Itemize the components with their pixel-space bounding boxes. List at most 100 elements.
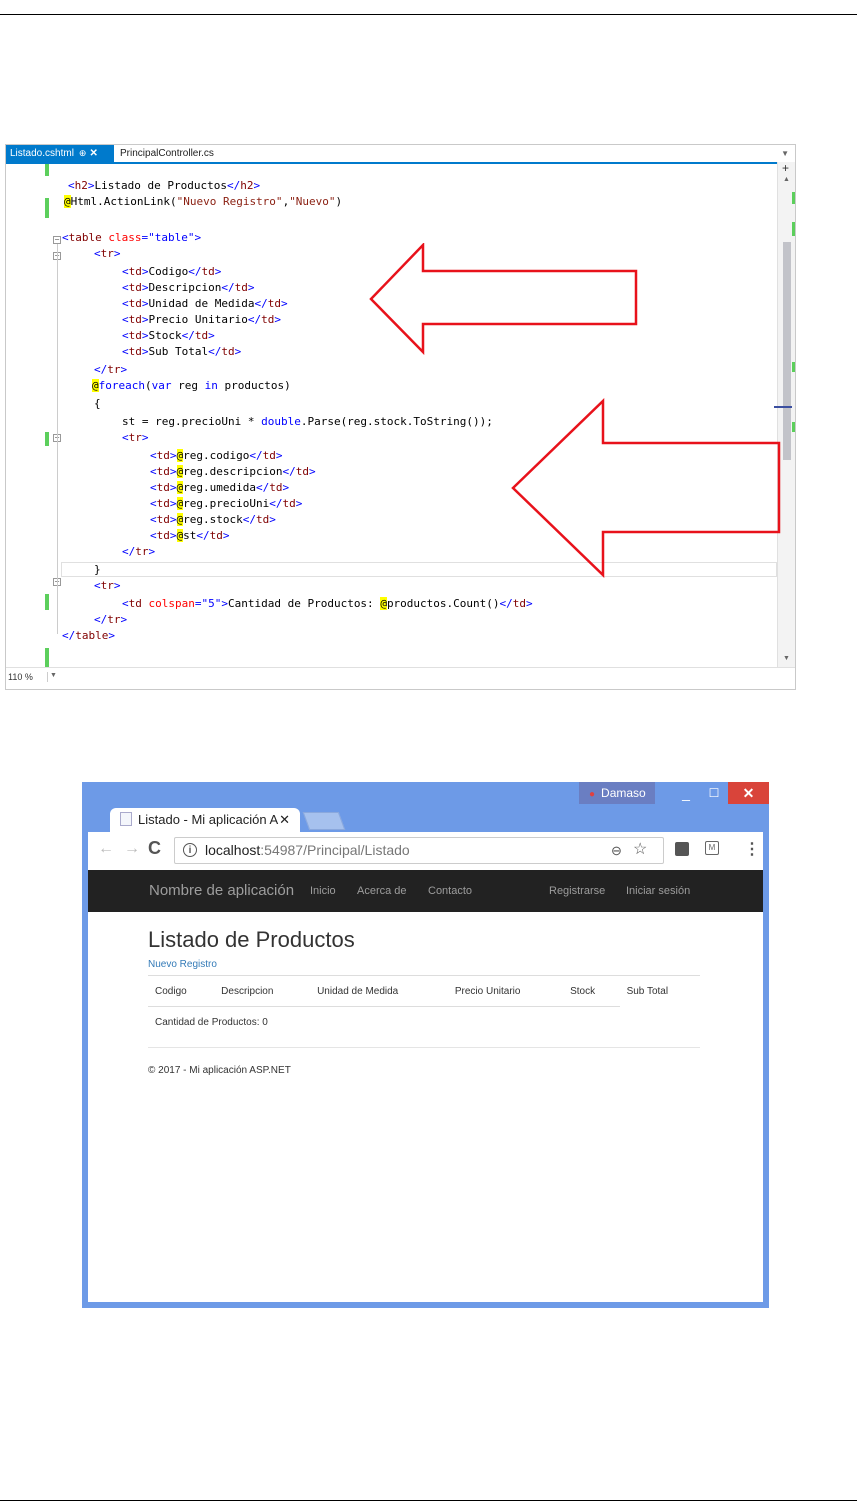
browser-title-bar: ● Damaso _ ☐ ✕ Listado - Mi aplicación A … <box>82 782 769 832</box>
nuevo-registro-link[interactable]: Nuevo Registro <box>148 959 217 970</box>
code-line: </table> <box>62 629 115 642</box>
zoom-level[interactable]: 110 % <box>8 672 48 682</box>
products-table: Codigo Descripcion Unidad de Medida Prec… <box>148 975 700 1037</box>
browser-window: ● Damaso _ ☐ ✕ Listado - Mi aplicación A … <box>82 782 769 1308</box>
navbar-brand[interactable]: Nombre de aplicación <box>149 870 294 912</box>
reload-icon[interactable]: C <box>148 838 161 859</box>
url-text: localhost:54987/Principal/Listado <box>205 838 410 863</box>
url-host: localhost <box>205 842 261 858</box>
scrollbar-change-mark <box>792 222 795 236</box>
nav-link-contacto[interactable]: Contacto <box>428 870 472 912</box>
forward-arrow-icon[interactable]: → <box>124 840 140 858</box>
code-line: <td>@st</td> <box>150 529 230 542</box>
table-header-cell: Descripcion <box>214 975 311 1007</box>
editor-status-bar: 110 % ▼ <box>6 667 795 689</box>
tab-principalcontroller-cs[interactable]: PrincipalController.cs <box>116 145 218 162</box>
table-header-cell: Stock <box>563 975 620 1007</box>
scroll-down-icon[interactable]: ▼ <box>783 655 790 662</box>
page-favicon-icon <box>120 812 132 826</box>
window-close-button[interactable]: ✕ <box>728 782 769 804</box>
code-line: @foreach(var reg in productos) <box>92 379 291 392</box>
editor-tab-strip: Listado.cshtml ⊕ ✕ PrincipalController.cs … <box>6 145 795 164</box>
tab-listado-cshtml[interactable]: Listado.cshtml ⊕ ✕ <box>6 145 114 162</box>
scroll-up-icon[interactable]: ▲ <box>783 176 790 183</box>
left-arrow-icon <box>369 243 638 355</box>
url-path: :54987/Principal/Listado <box>260 842 410 858</box>
profile-icon: ● <box>589 789 596 800</box>
code-line: <tr> <box>94 579 121 592</box>
browser-tab[interactable]: Listado - Mi aplicación A ✕ <box>110 808 300 832</box>
product-count-cell: Cantidad de Productos: 0 <box>148 1006 620 1037</box>
code-line: <td>@reg.precioUni</td> <box>150 497 303 510</box>
table-header-cell: Codigo <box>148 975 215 1007</box>
change-bar <box>45 432 49 446</box>
code-line: <tr> <box>122 431 149 444</box>
close-icon[interactable]: ✕ <box>89 148 97 159</box>
table-header-cell: Precio Unitario <box>447 975 564 1007</box>
fold-guide <box>57 244 58 634</box>
bottom-rule <box>0 1500 857 1501</box>
code-line: <td>Sub Total</td> <box>122 345 242 358</box>
tab-title: Listado - Mi aplicación A <box>138 812 279 827</box>
address-bar[interactable]: i localhost:54987/Principal/Listado ⊖ ☆ <box>174 837 664 864</box>
table-row: Cantidad de Productos: 0 <box>148 1006 700 1037</box>
code-line: <td>Descripcion</td> <box>122 281 255 294</box>
scrollbar-change-mark <box>792 422 795 432</box>
code-line: <td colspan="5">Cantidad de Productos: @… <box>122 597 533 610</box>
kebab-menu-icon[interactable]: ⋮ <box>744 839 760 859</box>
tab-label: Listado.cshtml <box>10 148 74 159</box>
code-line: @Html.ActionLink("Nuevo Registro","Nuevo… <box>64 195 343 208</box>
back-arrow-icon[interactable]: ← <box>98 840 114 858</box>
table-header-row: Codigo Descripcion Unidad de Medida Prec… <box>148 975 700 1007</box>
scroll-thumb[interactable] <box>783 242 791 460</box>
tab-dropdown-icon[interactable]: ▼ <box>777 145 793 162</box>
profile-badge[interactable]: ● Damaso <box>579 782 655 804</box>
code-line: </tr> <box>122 545 156 558</box>
scrollbar-change-mark <box>792 192 795 204</box>
pin-icon[interactable]: ⊕ <box>79 148 87 158</box>
nav-link-inicio[interactable]: Inicio <box>310 870 336 912</box>
zoom-dropdown-icon[interactable]: ▼ <box>50 672 57 679</box>
code-line: <td>@reg.codigo</td> <box>150 449 283 462</box>
footer-divider <box>148 1047 700 1048</box>
split-plus-icon[interactable]: + <box>782 162 789 174</box>
left-arrow-icon <box>511 398 781 578</box>
tab-close-icon[interactable]: ✕ <box>279 808 290 832</box>
code-line: <table class="table"> <box>62 231 202 244</box>
table-header-cell: Sub Total <box>619 975 700 1007</box>
fold-icon[interactable]: − <box>53 236 61 244</box>
code-line: { <box>94 397 101 410</box>
browser-toolbar: ← → C i localhost:54987/Principal/Listad… <box>88 832 763 870</box>
bookmark-star-icon[interactable]: ☆ <box>633 837 647 862</box>
code-line: <h2>Listado de Productos</h2> <box>68 179 261 192</box>
code-line: <td>@reg.descripcion</td> <box>150 465 316 478</box>
profile-name: Damaso <box>601 786 646 800</box>
change-bar <box>45 198 49 218</box>
table-header-cell: Unidad de Medida <box>310 975 448 1007</box>
nav-link-acerca[interactable]: Acerca de <box>357 870 407 912</box>
nav-link-registrarse[interactable]: Registrarse <box>549 870 605 912</box>
code-line: <tr> <box>94 247 121 260</box>
code-line: <td>Codigo</td> <box>122 265 222 278</box>
change-bar <box>45 648 49 668</box>
tab-label: PrincipalController.cs <box>120 148 214 159</box>
code-line: <td>Precio Unitario</td> <box>122 313 281 326</box>
change-bar <box>45 164 49 176</box>
maximize-button[interactable]: ☐ <box>700 782 728 804</box>
page-viewport: Nombre de aplicación Inicio Acerca de Co… <box>88 870 763 1302</box>
code-line: } <box>94 563 101 576</box>
extension-m-icon[interactable]: M <box>705 841 719 855</box>
change-bar <box>45 594 49 610</box>
code-line: <td>Unidad de Medida</td> <box>122 297 288 310</box>
code-line: </tr> <box>94 613 128 626</box>
code-line: st = reg.precioUni * double.Parse(reg.st… <box>122 415 493 428</box>
top-rule <box>0 14 857 15</box>
zoom-icon[interactable]: ⊖ <box>611 838 622 863</box>
info-icon[interactable]: i <box>183 843 197 857</box>
footer-copyright: © 2017 - Mi aplicación ASP.NET <box>148 1065 291 1076</box>
new-tab-button[interactable] <box>302 812 346 830</box>
minimize-button[interactable]: _ <box>672 782 700 804</box>
nav-link-iniciar-sesion[interactable]: Iniciar sesión <box>626 870 690 912</box>
code-line: <td>Stock</td> <box>122 329 215 342</box>
extension-icon[interactable] <box>675 842 689 856</box>
